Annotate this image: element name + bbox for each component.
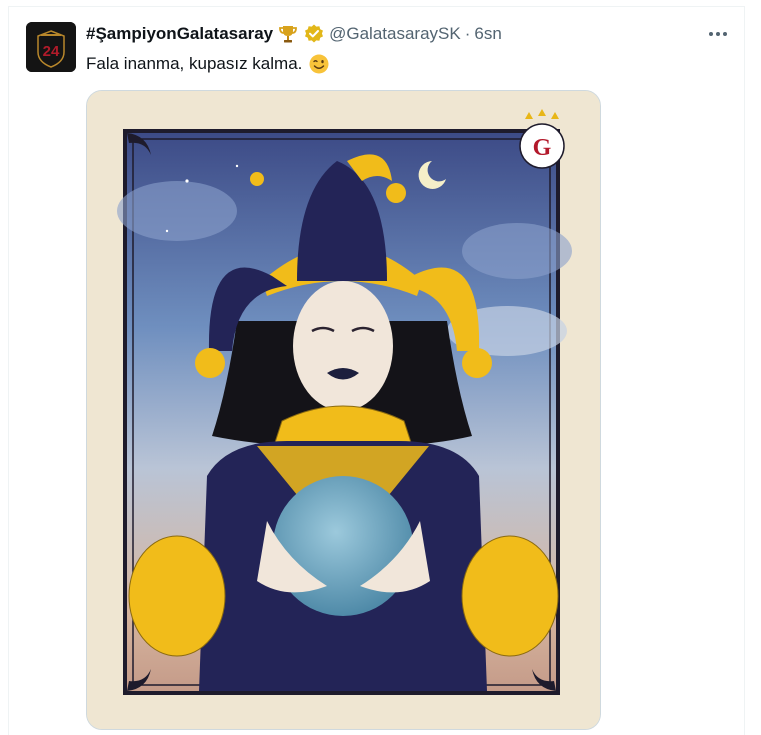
trophy-icon xyxy=(277,23,299,45)
tweet-text: Fala inanma, kupasız kalma. xyxy=(86,53,330,75)
display-name[interactable]: #ŞampiyonGalatasaray xyxy=(86,24,273,44)
tweet-text-content: Fala inanma, kupasız kalma. xyxy=(86,54,303,73)
tweet-header: #ŞampiyonGalatasaray @GalatasaraySK · 6s… xyxy=(86,23,502,45)
tweet-card[interactable]: 24 #ŞampiyonGalatasaray @GalatasaraySK ·… xyxy=(8,6,745,735)
tarot-illustration: G xyxy=(87,91,600,729)
verified-badge-icon[interactable] xyxy=(303,23,325,45)
winking-face-icon xyxy=(308,53,330,75)
avatar[interactable]: 24 xyxy=(26,22,76,72)
timestamp[interactable]: 6sn xyxy=(474,24,501,44)
avatar-number: 24 xyxy=(43,43,60,60)
separator-dot: · xyxy=(464,24,471,43)
handle[interactable]: @GalatasaraySK xyxy=(329,24,461,44)
tarot-card-image[interactable]: G xyxy=(86,90,601,730)
more-icon[interactable] xyxy=(706,23,730,45)
avatar-logo: 24 xyxy=(26,22,76,72)
svg-text:G: G xyxy=(533,135,552,161)
